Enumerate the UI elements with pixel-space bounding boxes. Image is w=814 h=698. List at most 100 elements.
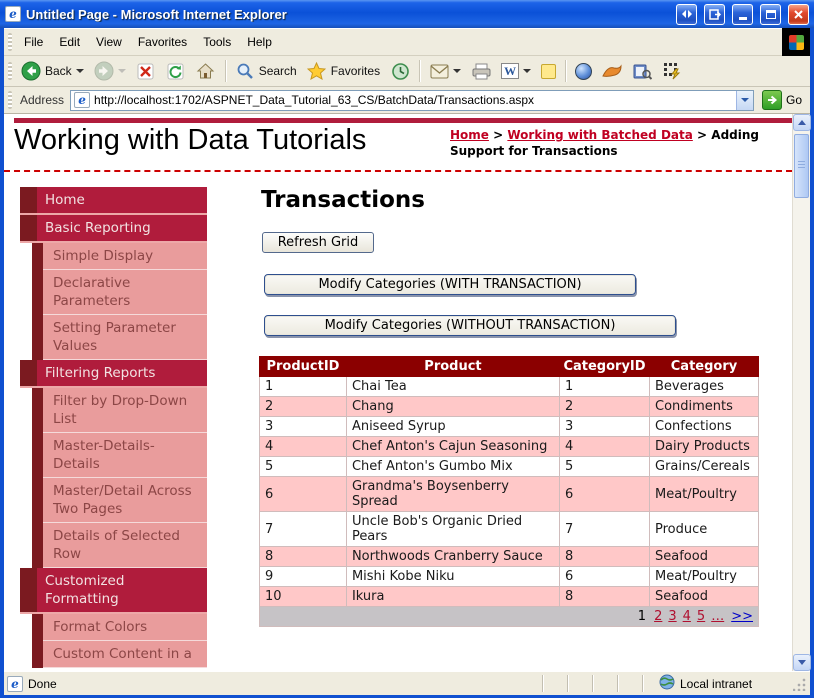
refresh-grid-button[interactable]: Refresh Grid (262, 232, 374, 253)
sidebar-item[interactable]: Custom Content in a (32, 641, 207, 668)
popout-button[interactable] (704, 4, 725, 25)
site-title: Working with Data Tutorials (14, 124, 366, 157)
word-dropdown-icon (523, 69, 531, 73)
table-cell: 2 (260, 397, 347, 417)
sidebar-item[interactable]: Master/Detail Across Two Pages (32, 478, 207, 523)
menu-help[interactable]: Help (239, 32, 280, 52)
close-button[interactable] (788, 4, 809, 25)
maximize-button[interactable] (760, 4, 781, 25)
menu-edit[interactable]: Edit (51, 32, 88, 52)
nav-accent-block (32, 614, 43, 641)
nav-accent-block (32, 641, 43, 668)
tag-reader-button[interactable] (657, 59, 687, 83)
scroll-up-button[interactable] (793, 114, 811, 131)
address-input[interactable]: e http://localhost:1702/ASPNET_Data_Tuto… (70, 90, 754, 111)
nav-label: Home (37, 187, 207, 213)
vertical-scrollbar[interactable] (792, 114, 810, 671)
modify-without-transaction-button[interactable]: Modify Categories (WITHOUT TRANSACTION) (264, 315, 676, 336)
sidebar-item[interactable]: Details of Selected Row (32, 523, 207, 568)
table-row: 3Aniseed Syrup3Confections (260, 417, 759, 437)
go-label: Go (786, 93, 802, 107)
address-label: Address (20, 93, 64, 107)
history-icon (390, 61, 410, 81)
refresh-icon (166, 61, 186, 81)
fullscreen-toggle-button[interactable] (676, 4, 697, 25)
status-text: Done (28, 677, 57, 691)
pager-link[interactable]: 2 (654, 609, 662, 624)
table-cell: 2 (560, 397, 650, 417)
refresh-button[interactable] (161, 59, 191, 83)
back-button[interactable]: Back (16, 59, 89, 83)
print-button[interactable] (466, 59, 496, 83)
mail-button[interactable] (424, 59, 466, 83)
notes-button[interactable] (536, 62, 561, 81)
toolbar-grip[interactable] (8, 91, 12, 109)
pager-link[interactable]: 5 (697, 609, 705, 624)
forward-button[interactable] (89, 59, 131, 83)
sidebar-section-header[interactable]: Customized Formatting (20, 568, 207, 614)
scroll-down-button[interactable] (793, 654, 811, 671)
history-button[interactable] (385, 59, 415, 83)
pager-link[interactable]: 4 (683, 609, 691, 624)
back-icon (21, 61, 41, 81)
table-row: 5Chef Anton's Gumbo Mix5Grains/Cereals (260, 457, 759, 477)
breadcrumb-separator: > (493, 128, 503, 142)
products-table-body: 1Chai Tea1Beverages2Chang2Condiments3Ani… (260, 377, 759, 607)
pager-link[interactable]: 3 (668, 609, 676, 624)
sidebar-item[interactable]: Master-Details-Details (32, 433, 207, 478)
breadcrumb-link-section[interactable]: Working with Batched Data (507, 128, 692, 142)
go-button[interactable]: Go (762, 90, 802, 110)
table-cell: 7 (260, 512, 347, 547)
sidebar-section-header[interactable]: Home (20, 187, 207, 215)
menu-tools[interactable]: Tools (195, 32, 239, 52)
minimize-icon (739, 17, 747, 20)
throbber (782, 28, 810, 56)
table-cell: Meat/Poultry (650, 567, 759, 587)
minimize-button[interactable] (732, 4, 753, 25)
sidebar-section-header[interactable]: Basic Reporting (20, 215, 207, 243)
nav-label: Master-Details-Details (43, 433, 207, 478)
sidebar-item[interactable]: Format Colors (32, 614, 207, 641)
sidebar-item[interactable]: Filter by Drop-Down List (32, 388, 207, 433)
messenger-button[interactable] (570, 61, 597, 82)
edit-with-word-button[interactable]: W (496, 61, 536, 81)
favorites-button[interactable]: Favorites (302, 59, 385, 83)
home-button[interactable] (191, 59, 221, 83)
stop-button[interactable] (131, 59, 161, 83)
ie-logo-icon: e (5, 6, 21, 22)
window-title: Untitled Page - Microsoft Internet Explo… (26, 7, 669, 22)
table-cell: 6 (560, 477, 650, 512)
resize-grip[interactable] (793, 677, 807, 691)
research-button[interactable] (627, 59, 657, 83)
addon-button[interactable] (597, 59, 627, 83)
address-dropdown-button[interactable] (736, 91, 753, 110)
nav-accent-block (32, 388, 43, 433)
status-separator (542, 675, 543, 692)
nav-label: Declarative Parameters (43, 270, 207, 315)
mail-dropdown-icon (453, 69, 461, 73)
pager-link[interactable]: … (711, 609, 724, 624)
column-header-product: Product (346, 357, 559, 377)
search-button[interactable]: Search (230, 59, 302, 83)
globe-icon (659, 674, 675, 693)
site-header: Working with Data Tutorials Home > Worki… (4, 123, 792, 172)
modify-with-transaction-button[interactable]: Modify Categories (WITH TRANSACTION) (264, 274, 636, 295)
status-separator (592, 675, 593, 692)
sidebar-section-header[interactable]: Filtering Reports (20, 360, 207, 388)
status-page-icon: e (7, 676, 23, 692)
main-content: Transactions Refresh Grid Modify Categor… (259, 187, 761, 627)
pager-next-link[interactable]: >> (731, 609, 753, 624)
dual-arrow-icon (681, 9, 693, 19)
toolbar-grip[interactable] (8, 33, 12, 51)
table-row: 7Uncle Bob's Organic Dried Pears7Produce (260, 512, 759, 547)
toolbar-grip[interactable] (8, 62, 12, 80)
scrollbar-thumb[interactable] (794, 134, 809, 198)
sidebar-item[interactable]: Declarative Parameters (32, 270, 207, 315)
menu-file[interactable]: File (16, 32, 51, 52)
sidebar-item[interactable]: Simple Display (32, 243, 207, 270)
menu-favorites[interactable]: Favorites (130, 32, 195, 52)
breadcrumb-link-home[interactable]: Home (450, 128, 489, 142)
sidebar-item[interactable]: Setting Parameter Values (32, 315, 207, 360)
menu-view[interactable]: View (88, 32, 130, 52)
stop-icon (136, 61, 156, 81)
